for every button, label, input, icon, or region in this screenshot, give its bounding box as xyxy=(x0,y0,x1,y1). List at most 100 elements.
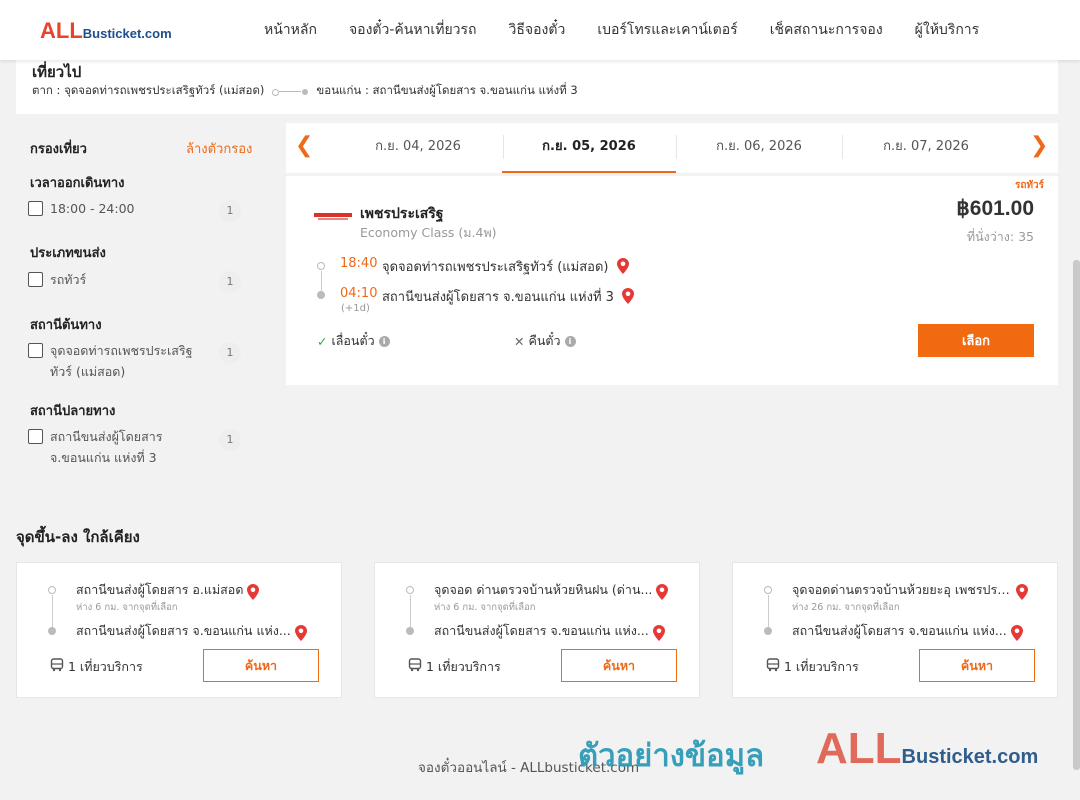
map-pin-icon[interactable] xyxy=(656,584,669,600)
nearby-origin-label: จุดจอดด่านตรวจบ้านห้วยยะอุ เพชรประ... xyxy=(792,582,1012,597)
filter-group-title: เวลาออกเดินทาง xyxy=(30,176,125,191)
watermark-logo-all: ALL xyxy=(816,724,902,773)
chevron-left-icon[interactable]: ❮ xyxy=(295,133,313,158)
info-icon[interactable]: i xyxy=(564,335,576,347)
nearby-destination: สถานีขนส่งผู้โดยสาร จ.ขอนแก่น แห่ง... xyxy=(792,621,1042,641)
trip-route: ตาก : จุดจอดท่ารถเพชรประเสริฐทัวร์ (แม่ส… xyxy=(32,82,578,100)
page-scrollbar[interactable] xyxy=(1073,260,1080,770)
checkbox[interactable] xyxy=(28,272,43,287)
map-pin-icon[interactable] xyxy=(247,584,260,600)
ticket-price: ฿601.00 xyxy=(956,197,1034,220)
bus-icon xyxy=(766,658,780,672)
filter-option-label: รถทัวร์ xyxy=(50,272,87,287)
nearby-distance: ห่าง 6 กม. จากจุดที่เลือก xyxy=(76,602,178,613)
departure-stop: จุดจอดท่ารถเพชรประเสริฐทัวร์ (แม่สอด) xyxy=(382,256,629,277)
filter-heading: กรองเที่ยว xyxy=(30,142,87,157)
change-policy-label: เลื่อนตั๋ว xyxy=(331,333,375,348)
watermark-logo: ALLBusticket.com xyxy=(816,724,1038,774)
nearby-distance: ห่าง 26 กม. จากจุดที่เลือก xyxy=(792,602,900,613)
timeline-line xyxy=(410,595,411,627)
timeline-end-dot xyxy=(406,627,414,635)
nearby-destination-label: สถานีขนส่งผู้โดยสาร จ.ขอนแก่น แห่ง... xyxy=(792,623,1007,638)
timeline-end-dot xyxy=(764,627,772,635)
departure-stop-label: จุดจอดท่ารถเพชรประเสริฐทัวร์ (แม่สอด) xyxy=(382,260,609,275)
timeline-end-dot xyxy=(317,291,325,299)
date-tabs: ❮ ก.ย. 04, 2026 ก.ย. 05, 2026 ก.ย. 06, 2… xyxy=(286,123,1058,173)
top-navbar: ALLBusticket.com หน้าหลัก จองตั๋ว-ค้นหาเ… xyxy=(0,0,1080,60)
nav-contacts[interactable]: เบอร์โทรและเคาน์เตอร์ xyxy=(597,19,737,41)
seats-available: ที่นั่งว่าง: 35 xyxy=(966,229,1034,244)
change-policy: ✓ เลื่อนตั๋ว i xyxy=(317,331,390,351)
nearby-origin-label: สถานีขนส่งผู้โดยสาร อ.แม่สอด xyxy=(76,582,244,597)
nearby-trip-count: 1 เที่ยวบริการ xyxy=(426,659,501,674)
watermark-logo-rest: Busticket.com xyxy=(901,746,1039,768)
nearby-route-card: จุดจอดด่านตรวจบ้านห้วยยะอุ เพชรประ... ห่… xyxy=(732,562,1058,698)
filter-option-label: 18:00 - 24:00 xyxy=(50,201,135,216)
nav-book-search[interactable]: จองตั๋ว-ค้นหาเที่ยวรถ xyxy=(349,19,477,41)
route-origin: ตาก : จุดจอดท่ารถเพชรประเสริฐทัวร์ (แม่ส… xyxy=(32,83,265,97)
route-line-icon xyxy=(272,87,309,96)
nearby-destination: สถานีขนส่งผู้โดยสาร จ.ขอนแก่น แห่ง... xyxy=(434,621,684,641)
nearby-route-card: จุดจอด ด่านตรวจบ้านห้วยหินฝน (ด่าน... ห่… xyxy=(374,562,700,698)
nearby-section-title: จุดขึ้น-ลง ใกล้เคียง xyxy=(16,528,140,546)
nearby-destination-label: สถานีขนส่งผู้โดยสาร จ.ขอนแก่น แห่ง... xyxy=(434,623,649,638)
select-trip-button[interactable]: เลือก xyxy=(918,324,1034,357)
nearby-search-button[interactable]: ค้นหา xyxy=(203,649,319,682)
nav-operators[interactable]: ผู้ให้บริการ xyxy=(915,19,980,41)
filter-group-title: สถานีต้นทาง xyxy=(30,318,102,333)
bus-icon xyxy=(50,658,64,672)
nearby-destination-label: สถานีขนส่งผู้โดยสาร จ.ขอนแก่น แห่ง... xyxy=(76,623,291,638)
map-pin-icon[interactable] xyxy=(1016,584,1028,600)
nearby-trip-count: 1 เที่ยวบริการ xyxy=(68,659,143,674)
nearby-origin: สถานีขนส่งผู้โดยสาร อ.แม่สอด xyxy=(76,580,326,600)
nearby-search-button[interactable]: ค้นหา xyxy=(561,649,677,682)
map-pin-icon[interactable] xyxy=(622,288,635,304)
info-icon[interactable]: i xyxy=(378,335,390,347)
nearby-route-card: สถานีขนส่งผู้โดยสาร อ.แม่สอด ห่าง 6 กม. … xyxy=(16,562,342,698)
timeline-start-dot xyxy=(48,586,56,594)
arrival-stop-label: สถานีขนส่งผู้โดยสาร จ.ขอนแก่น แห่งที่ 3 xyxy=(382,290,614,305)
filter-option-label: สถานีขนส่งผู้โดยสาร จ.ขอนแก่น แห่งที่ 3 xyxy=(50,429,163,465)
operator-name: เพชรประเสริฐ xyxy=(360,206,444,222)
nearby-trip-count: 1 เที่ยวบริการ xyxy=(784,659,859,674)
map-pin-icon[interactable] xyxy=(1010,625,1023,641)
clear-filters-link[interactable]: ล้างตัวกรอง xyxy=(186,138,252,159)
timeline-line xyxy=(768,595,769,627)
filter-group-title: ประเภทขนส่ง xyxy=(30,246,106,261)
filter-group-title: สถานีปลายทาง xyxy=(30,404,116,419)
nearby-destination: สถานีขนส่งผู้โดยสาร จ.ขอนแก่น แห่ง... xyxy=(76,621,326,641)
trip-direction-title: เที่ยวไป xyxy=(32,63,82,81)
cross-icon: ✕ xyxy=(514,333,525,349)
nav-home[interactable]: หน้าหลัก xyxy=(264,19,317,41)
route-destination: ขอนแก่น : สถานีขนส่งผู้โดยสาร จ.ขอนแก่น … xyxy=(316,83,578,97)
timeline-start-dot xyxy=(764,586,772,594)
check-icon: ✓ xyxy=(317,333,328,349)
checkbox[interactable] xyxy=(28,201,43,216)
date-tab-active[interactable]: ก.ย. 05, 2026 xyxy=(502,123,676,173)
nearby-search-button[interactable]: ค้นหา xyxy=(919,649,1035,682)
chevron-right-icon[interactable]: ❯ xyxy=(1030,133,1048,158)
map-pin-icon[interactable] xyxy=(616,258,629,274)
nav-booking-status[interactable]: เช็คสถานะการจอง xyxy=(770,19,883,41)
timeline-start-dot xyxy=(406,586,414,594)
departure-time: 18:40 xyxy=(340,256,378,271)
operator-logo-icon xyxy=(314,213,352,220)
trip-result-card: รถทัวร์ เพชรประเสริฐ Economy Class (ม.4พ… xyxy=(286,176,1058,385)
checkbox[interactable] xyxy=(28,343,43,358)
bus-icon xyxy=(408,658,422,672)
checkbox[interactable] xyxy=(28,429,43,444)
site-logo[interactable]: ALLBusticket.com xyxy=(40,18,172,44)
logo-busticket: Busticket.com xyxy=(82,26,172,41)
nearby-origin-label: จุดจอด ด่านตรวจบ้านห้วยหินฝน (ด่าน... xyxy=(434,582,653,597)
map-pin-icon[interactable] xyxy=(294,625,307,641)
footer-text: จองตั๋วออนไลน์ - ALLbusticket.com xyxy=(418,760,640,776)
date-tab[interactable]: ก.ย. 06, 2026 xyxy=(672,123,846,173)
date-tab[interactable]: ก.ย. 07, 2026 xyxy=(839,123,1013,173)
date-tab[interactable]: ก.ย. 04, 2026 xyxy=(331,123,505,173)
refund-policy-label: คืนตั๋ว xyxy=(528,333,561,348)
nav-how-to-book[interactable]: วิธีจองตั๋ว xyxy=(509,19,566,41)
arrival-time: 04:10 xyxy=(340,286,378,301)
nearby-origin: จุดจอดด่านตรวจบ้านห้วยยะอุ เพชรประ... xyxy=(792,580,1042,600)
map-pin-icon[interactable] xyxy=(652,625,665,641)
next-day-note: (+1d) xyxy=(341,303,370,314)
